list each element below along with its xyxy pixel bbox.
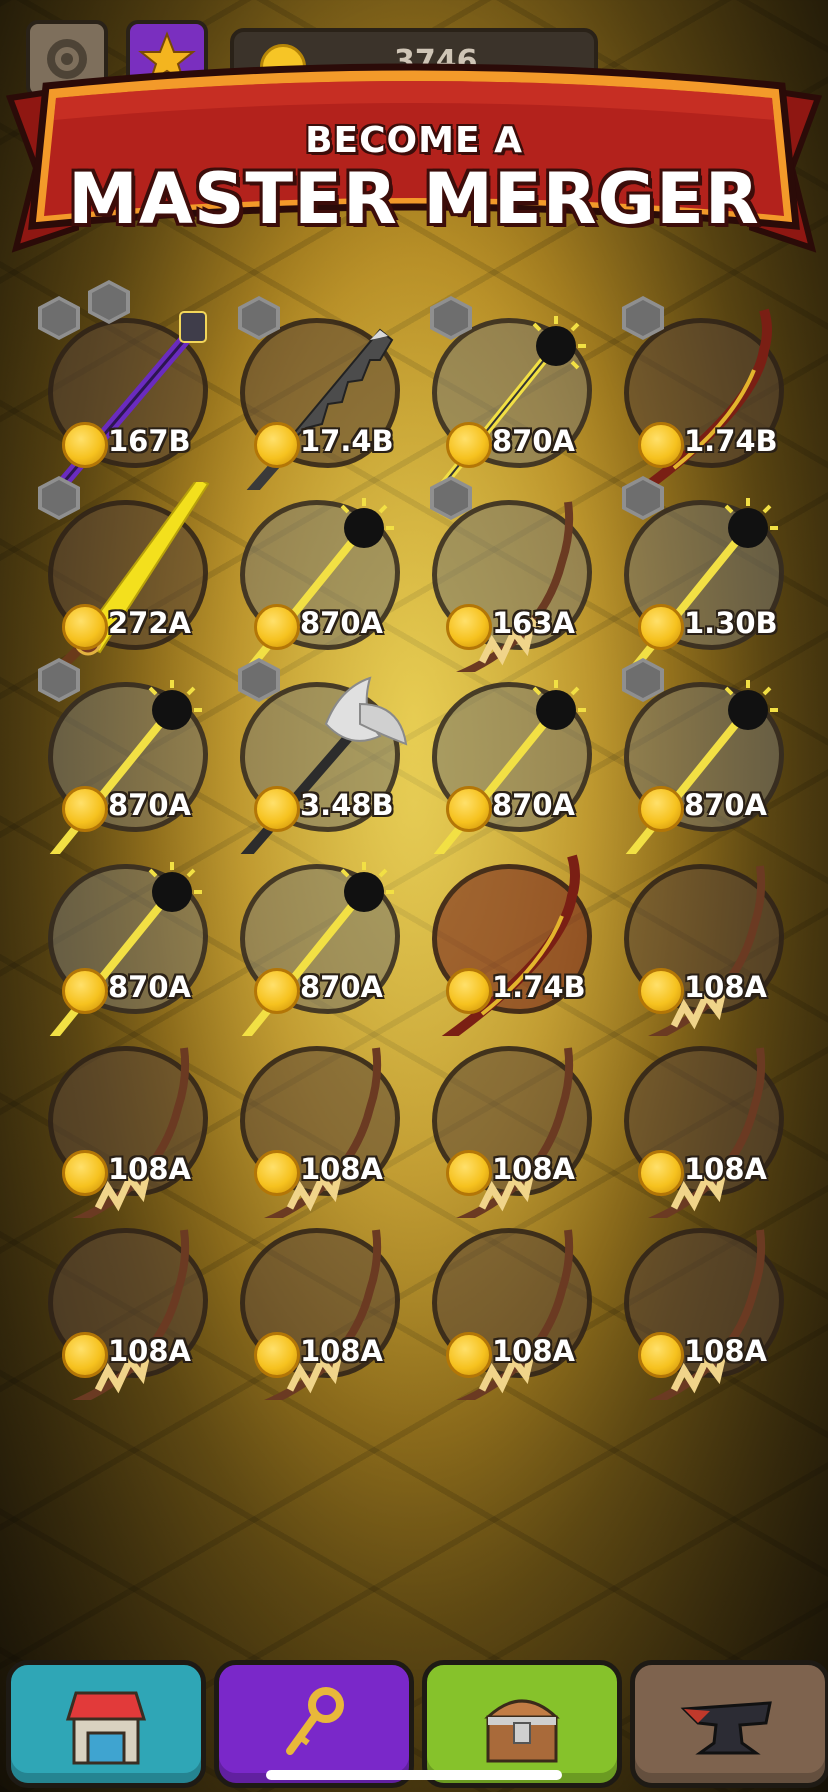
slot-r3c2[interactable]: 3.48B: [230, 658, 420, 854]
slot-r2c2[interactable]: 870A: [230, 482, 420, 672]
slot-r4c3[interactable]: 1.74B: [422, 846, 612, 1036]
mace-icon: [49, 862, 202, 1036]
slot-r5c3[interactable]: 108A: [422, 1028, 612, 1218]
slot-r1c4[interactable]: 1.74B: [614, 296, 804, 490]
slot-value: 870A: [492, 788, 575, 822]
banner-line1: BECOME A: [305, 120, 523, 161]
red-bow-icon: [441, 854, 580, 1036]
coin-icon: [62, 968, 108, 1014]
key-icon: [286, 1687, 344, 1755]
coin-icon: [446, 422, 492, 468]
slot-value: 108A: [108, 1152, 191, 1186]
coin-icon: [638, 1332, 684, 1378]
slot-value: 108A: [300, 1152, 383, 1186]
coin-icon: [254, 786, 300, 832]
slot-value: 163A: [492, 606, 575, 640]
slot-r4c4[interactable]: 108A: [614, 846, 804, 1036]
slot-value: 108A: [684, 1334, 767, 1368]
coin-icon: [254, 422, 300, 468]
coin-icon: [638, 968, 684, 1014]
bone-bow-icon: [455, 1229, 574, 1400]
coin-icon: [254, 1332, 300, 1378]
slot-value: 3.48B: [300, 788, 394, 822]
slot-value: 870A: [492, 424, 575, 458]
bone-bow-icon: [71, 1047, 190, 1218]
slot-value: 167B: [108, 424, 191, 458]
slot-value: 870A: [684, 788, 767, 822]
coin-icon: [254, 968, 300, 1014]
coin-icon: [62, 1332, 108, 1378]
bone-bow-icon: [263, 1047, 382, 1218]
chest-icon: [484, 1699, 560, 1763]
bone-bow-icon: [263, 1229, 382, 1400]
slot-r6c3[interactable]: 108A: [422, 1210, 612, 1400]
coin-icon: [446, 1332, 492, 1378]
slot-value: 870A: [108, 788, 191, 822]
slot-value: 108A: [684, 970, 767, 1004]
slot-r2c1[interactable]: 272A: [38, 476, 228, 672]
bone-bow-icon: [647, 1047, 766, 1218]
slot-value: 108A: [492, 1334, 575, 1368]
slot-r4c2[interactable]: 870A: [230, 846, 420, 1036]
slot-r3c1[interactable]: 870A: [38, 658, 228, 854]
slot-r1c2[interactable]: 17.4B: [230, 296, 420, 490]
coin-icon: [446, 604, 492, 650]
shop-button[interactable]: [6, 1660, 206, 1788]
coin-icon: [62, 604, 108, 650]
bone-bow-icon: [647, 1229, 766, 1400]
coin-icon: [62, 786, 108, 832]
chest-button[interactable]: [422, 1660, 622, 1788]
mace-icon: [241, 862, 394, 1036]
slot-r3c3[interactable]: 870A: [422, 664, 612, 854]
coin-icon: [446, 1150, 492, 1196]
slot-r2c4[interactable]: 1.30B: [614, 476, 804, 672]
coin-icon: [254, 1150, 300, 1196]
shop-icon: [65, 1691, 147, 1765]
slot-r5c2[interactable]: 108A: [230, 1028, 420, 1218]
key-button[interactable]: [214, 1660, 414, 1788]
slot-value: 108A: [108, 1334, 191, 1368]
slot-value: 108A: [300, 1334, 383, 1368]
coin-icon: [62, 422, 108, 468]
slot-value: 17.4B: [300, 424, 394, 458]
coin-icon: [638, 422, 684, 468]
slot-r4c1[interactable]: 870A: [38, 846, 228, 1036]
bone-bow-icon: [71, 1229, 190, 1400]
mace-icon: [433, 680, 586, 854]
slot-r6c1[interactable]: 108A: [38, 1210, 228, 1400]
slot-value: 870A: [300, 970, 383, 1004]
slot-value: 870A: [300, 606, 383, 640]
slot-r6c4[interactable]: 108A: [614, 1210, 804, 1400]
bone-bow-icon: [647, 865, 766, 1036]
slot-value: 870A: [108, 970, 191, 1004]
slot-r6c2[interactable]: 108A: [230, 1210, 420, 1400]
coin-icon: [62, 1150, 108, 1196]
banner-line2: MASTER MERGER: [68, 158, 760, 240]
slot-r3c4[interactable]: 870A: [614, 658, 804, 854]
anvil-icon: [680, 1701, 772, 1755]
slot-r2c3[interactable]: 163A: [422, 476, 612, 672]
coin-icon: [638, 604, 684, 650]
bone-bow-icon: [455, 1047, 574, 1218]
slot-value: 272A: [108, 606, 191, 640]
coin-icon: [446, 968, 492, 1014]
slot-value: 1.30B: [684, 606, 778, 640]
mace-icon: [241, 498, 394, 672]
coin-icon: [638, 786, 684, 832]
slot-r5c1[interactable]: 108A: [38, 1028, 228, 1218]
slot-r1c3[interactable]: 870A: [422, 296, 612, 490]
coin-icon: [638, 1150, 684, 1196]
forge-button[interactable]: [630, 1660, 828, 1788]
coin-icon: [446, 786, 492, 832]
promo-banner: BECOME A MASTER MERGER: [6, 58, 822, 264]
slot-value: 1.74B: [492, 970, 586, 1004]
slot-value: 1.74B: [684, 424, 778, 458]
slot-r1c1[interactable]: 167B: [38, 280, 228, 490]
home-indicator[interactable]: [266, 1770, 562, 1780]
slot-r5c4[interactable]: 108A: [614, 1028, 804, 1218]
slot-value: 108A: [492, 1152, 575, 1186]
slot-value: 108A: [684, 1152, 767, 1186]
coin-icon: [254, 604, 300, 650]
